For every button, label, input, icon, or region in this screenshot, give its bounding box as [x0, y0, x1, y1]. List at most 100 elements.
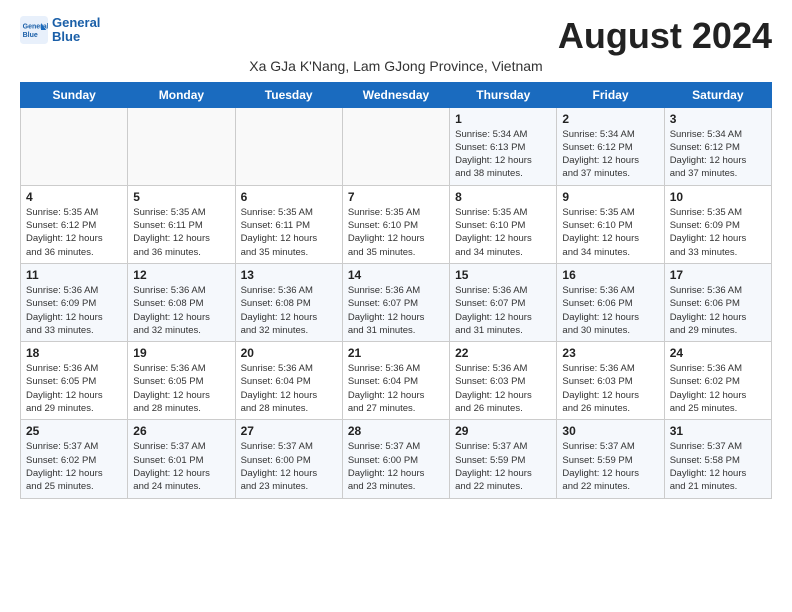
- day-info: Sunrise: 5:34 AM Sunset: 6:12 PM Dayligh…: [670, 128, 766, 181]
- calendar-cell: 6 Sunrise: 5:35 AM Sunset: 6:11 PM Daylig…: [235, 185, 342, 263]
- calendar-cell: 8 Sunrise: 5:35 AM Sunset: 6:10 PM Daylig…: [450, 185, 557, 263]
- day-number: 22: [455, 346, 551, 360]
- calendar-table: SundayMondayTuesdayWednesdayThursdayFrid…: [20, 82, 772, 499]
- location-subtitle: Xa GJa K'Nang, Lam GJong Province, Vietn…: [20, 58, 772, 74]
- day-number: 23: [562, 346, 658, 360]
- calendar-cell: 16 Sunrise: 5:36 AM Sunset: 6:06 PM Dayli…: [557, 263, 664, 341]
- weekday-header-monday: Monday: [128, 82, 235, 107]
- day-number: 5: [133, 190, 229, 204]
- day-number: 9: [562, 190, 658, 204]
- day-info: Sunrise: 5:37 AM Sunset: 5:59 PM Dayligh…: [455, 440, 551, 493]
- calendar-cell: 23 Sunrise: 5:36 AM Sunset: 6:03 PM Dayli…: [557, 342, 664, 420]
- weekday-header-sunday: Sunday: [21, 82, 128, 107]
- calendar-cell: 28 Sunrise: 5:37 AM Sunset: 6:00 PM Dayli…: [342, 420, 449, 498]
- day-number: 16: [562, 268, 658, 282]
- day-number: 26: [133, 424, 229, 438]
- calendar-cell: [128, 107, 235, 185]
- day-info: Sunrise: 5:36 AM Sunset: 6:04 PM Dayligh…: [348, 362, 444, 415]
- day-number: 25: [26, 424, 122, 438]
- day-number: 20: [241, 346, 337, 360]
- weekday-header-saturday: Saturday: [664, 82, 771, 107]
- calendar-cell: 9 Sunrise: 5:35 AM Sunset: 6:10 PM Daylig…: [557, 185, 664, 263]
- day-info: Sunrise: 5:37 AM Sunset: 6:02 PM Dayligh…: [26, 440, 122, 493]
- calendar-cell: 3 Sunrise: 5:34 AM Sunset: 6:12 PM Daylig…: [664, 107, 771, 185]
- day-info: Sunrise: 5:35 AM Sunset: 6:10 PM Dayligh…: [455, 206, 551, 259]
- day-info: Sunrise: 5:35 AM Sunset: 6:10 PM Dayligh…: [348, 206, 444, 259]
- calendar-cell: 13Sunrise: 5:36 AM Sunset: 6:08 PM Dayli…: [235, 263, 342, 341]
- calendar-cell: 17 Sunrise: 5:36 AM Sunset: 6:06 PM Dayli…: [664, 263, 771, 341]
- calendar-cell: 19Sunrise: 5:36 AM Sunset: 6:05 PM Dayli…: [128, 342, 235, 420]
- day-info: Sunrise: 5:37 AM Sunset: 6:01 PM Dayligh…: [133, 440, 229, 493]
- day-info: Sunrise: 5:35 AM Sunset: 6:12 PM Dayligh…: [26, 206, 122, 259]
- day-info: Sunrise: 5:36 AM Sunset: 6:07 PM Dayligh…: [348, 284, 444, 337]
- day-number: 31: [670, 424, 766, 438]
- calendar-cell: 18 Sunrise: 5:36 AM Sunset: 6:05 PM Dayli…: [21, 342, 128, 420]
- day-number: 18: [26, 346, 122, 360]
- calendar-cell: 25 Sunrise: 5:37 AM Sunset: 6:02 PM Dayli…: [21, 420, 128, 498]
- day-info: Sunrise: 5:34 AM Sunset: 6:13 PM Dayligh…: [455, 128, 551, 181]
- day-info: Sunrise: 5:36 AM Sunset: 6:04 PM Dayligh…: [241, 362, 337, 415]
- day-info: Sunrise: 5:35 AM Sunset: 6:10 PM Dayligh…: [562, 206, 658, 259]
- weekday-header-friday: Friday: [557, 82, 664, 107]
- day-number: 2: [562, 112, 658, 126]
- day-number: 4: [26, 190, 122, 204]
- calendar-cell: 4 Sunrise: 5:35 AM Sunset: 6:12 PM Daylig…: [21, 185, 128, 263]
- weekday-header-wednesday: Wednesday: [342, 82, 449, 107]
- day-number: 10: [670, 190, 766, 204]
- day-info: Sunrise: 5:37 AM Sunset: 5:58 PM Dayligh…: [670, 440, 766, 493]
- calendar-cell: 10 Sunrise: 5:35 AM Sunset: 6:09 PM Dayli…: [664, 185, 771, 263]
- calendar-cell: 1 Sunrise: 5:34 AM Sunset: 6:13 PM Daylig…: [450, 107, 557, 185]
- calendar-cell: 30 Sunrise: 5:37 AM Sunset: 5:59 PM Dayli…: [557, 420, 664, 498]
- day-number: 7: [348, 190, 444, 204]
- day-number: 11: [26, 268, 122, 282]
- calendar-week-row: 18 Sunrise: 5:36 AM Sunset: 6:05 PM Dayli…: [21, 342, 772, 420]
- weekday-header-thursday: Thursday: [450, 82, 557, 107]
- calendar-week-row: 25 Sunrise: 5:37 AM Sunset: 6:02 PM Dayli…: [21, 420, 772, 498]
- day-number: 15: [455, 268, 551, 282]
- calendar-cell: [342, 107, 449, 185]
- day-info: Sunrise: 5:37 AM Sunset: 5:59 PM Dayligh…: [562, 440, 658, 493]
- calendar-cell: 26 Sunrise: 5:37 AM Sunset: 6:01 PM Dayli…: [128, 420, 235, 498]
- day-info: Sunrise: 5:36 AM Sunset: 6:03 PM Dayligh…: [455, 362, 551, 415]
- day-info: Sunrise: 5:35 AM Sunset: 6:11 PM Dayligh…: [241, 206, 337, 259]
- day-info: Sunrise: 5:35 AM Sunset: 6:09 PM Dayligh…: [670, 206, 766, 259]
- day-info: Sunrise: 5:35 AM Sunset: 6:11 PM Dayligh…: [133, 206, 229, 259]
- svg-text:Blue: Blue: [23, 32, 38, 39]
- weekday-header-row: SundayMondayTuesdayWednesdayThursdayFrid…: [21, 82, 772, 107]
- day-number: 30: [562, 424, 658, 438]
- calendar-cell: 14Sunrise: 5:36 AM Sunset: 6:07 PM Dayli…: [342, 263, 449, 341]
- day-number: 6: [241, 190, 337, 204]
- calendar-cell: 21 Sunrise: 5:36 AM Sunset: 6:04 PM Dayli…: [342, 342, 449, 420]
- day-info: Sunrise: 5:36 AM Sunset: 6:06 PM Dayligh…: [670, 284, 766, 337]
- day-number: 17: [670, 268, 766, 282]
- day-info: Sunrise: 5:34 AM Sunset: 6:12 PM Dayligh…: [562, 128, 658, 181]
- day-number: 3: [670, 112, 766, 126]
- day-number: 21: [348, 346, 444, 360]
- month-title: August 2024: [558, 16, 772, 56]
- calendar-cell: 11 Sunrise: 5:36 AM Sunset: 6:09 PM Dayli…: [21, 263, 128, 341]
- day-number: 28: [348, 424, 444, 438]
- day-number: 1: [455, 112, 551, 126]
- day-info: Sunrise: 5:36 AM Sunset: 6:06 PM Dayligh…: [562, 284, 658, 337]
- calendar-cell: 27Sunrise: 5:37 AM Sunset: 6:00 PM Dayli…: [235, 420, 342, 498]
- logo-text-line2: Blue: [52, 30, 100, 44]
- calendar-cell: 20 Sunrise: 5:36 AM Sunset: 6:04 PM Dayli…: [235, 342, 342, 420]
- calendar-cell: [235, 107, 342, 185]
- day-info: Sunrise: 5:37 AM Sunset: 6:00 PM Dayligh…: [348, 440, 444, 493]
- day-info: Sunrise: 5:36 AM Sunset: 6:09 PM Dayligh…: [26, 284, 122, 337]
- logo-icon: General Blue: [20, 16, 48, 44]
- calendar-cell: [21, 107, 128, 185]
- weekday-header-tuesday: Tuesday: [235, 82, 342, 107]
- day-info: Sunrise: 5:36 AM Sunset: 6:05 PM Dayligh…: [26, 362, 122, 415]
- logo: General Blue General Blue: [20, 16, 100, 45]
- day-info: Sunrise: 5:36 AM Sunset: 6:07 PM Dayligh…: [455, 284, 551, 337]
- calendar-cell: 12Sunrise: 5:36 AM Sunset: 6:08 PM Dayli…: [128, 263, 235, 341]
- day-number: 8: [455, 190, 551, 204]
- logo-text-line1: General: [52, 16, 100, 30]
- day-number: 12: [133, 268, 229, 282]
- calendar-cell: 29 Sunrise: 5:37 AM Sunset: 5:59 PM Dayli…: [450, 420, 557, 498]
- day-number: 29: [455, 424, 551, 438]
- day-info: Sunrise: 5:36 AM Sunset: 6:03 PM Dayligh…: [562, 362, 658, 415]
- calendar-week-row: 1 Sunrise: 5:34 AM Sunset: 6:13 PM Daylig…: [21, 107, 772, 185]
- day-number: 24: [670, 346, 766, 360]
